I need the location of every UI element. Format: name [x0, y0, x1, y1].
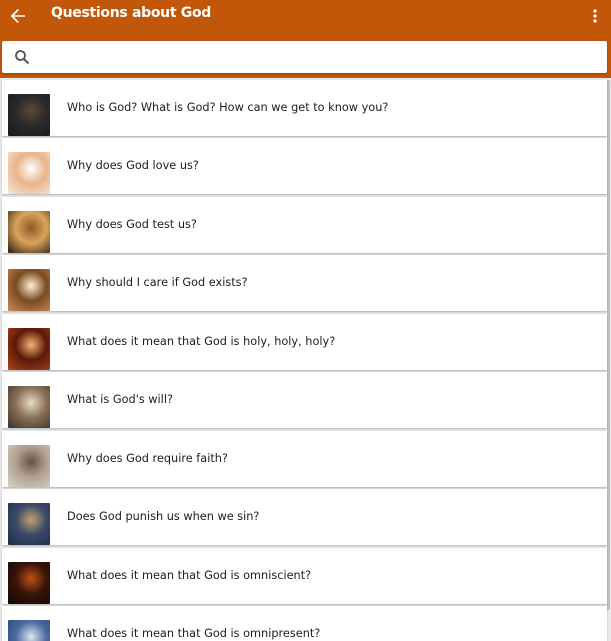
list-item-label: Why does God love us?: [67, 159, 199, 172]
question-thumbnail: [8, 445, 50, 487]
list-item-label: What does it mean that God is holy, holy…: [67, 335, 336, 348]
app-bar: Questions about God: [0, 0, 611, 78]
list-item-label: What does it mean that God is omnipresen…: [67, 627, 321, 640]
list-item-label: Why should I care if God exists?: [67, 276, 248, 289]
question-thumbnail: [8, 503, 50, 545]
list-item-label: Why does God require faith?: [67, 452, 228, 465]
search-icon: [15, 50, 30, 65]
list-item-label: Does God punish us when we sin?: [67, 510, 260, 523]
list-item-label: What is God's will?: [67, 393, 173, 406]
list-item[interactable]: What does it mean that God is omniscient…: [2, 548, 607, 604]
search-bar: [2, 41, 607, 73]
question-thumbnail: [8, 562, 50, 604]
search-input[interactable]: [40, 45, 599, 71]
question-thumbnail: [8, 211, 50, 253]
question-thumbnail: [8, 269, 50, 311]
question-thumbnail: [8, 152, 50, 194]
page-title: Questions about God: [51, 5, 212, 21]
list-item[interactable]: Why should I care if God exists?: [2, 255, 607, 311]
list-item[interactable]: What does it mean that God is omnipresen…: [2, 606, 607, 641]
back-button[interactable]: [6, 4, 30, 28]
list-item[interactable]: Why does God love us?: [2, 138, 607, 194]
question-thumbnail: [8, 94, 50, 136]
list-item-label: Who is God? What is God? How can we get …: [67, 101, 389, 114]
list-item-label: What does it mean that God is omniscient…: [67, 569, 312, 582]
list-item[interactable]: Who is God? What is God? How can we get …: [2, 80, 607, 136]
question-thumbnail: [8, 328, 50, 370]
list-item[interactable]: Why does God require faith?: [2, 431, 607, 487]
list-item-label: Why does God test us?: [67, 218, 197, 231]
list-item[interactable]: Why does God test us?: [2, 197, 607, 253]
list-item[interactable]: What does it mean that God is holy, holy…: [2, 314, 607, 370]
list-item[interactable]: Does God punish us when we sin?: [2, 489, 607, 545]
question-thumbnail: [8, 620, 50, 641]
list-item[interactable]: What is God's will?: [2, 372, 607, 428]
scrollbar[interactable]: [607, 80, 610, 610]
overflow-menu-button[interactable]: [587, 5, 603, 27]
arrow-left-icon: [10, 9, 25, 23]
app-screen: Questions about God Who is God? What is …: [0, 0, 611, 641]
more-vertical-icon: [593, 9, 597, 23]
question-thumbnail: [8, 386, 50, 428]
